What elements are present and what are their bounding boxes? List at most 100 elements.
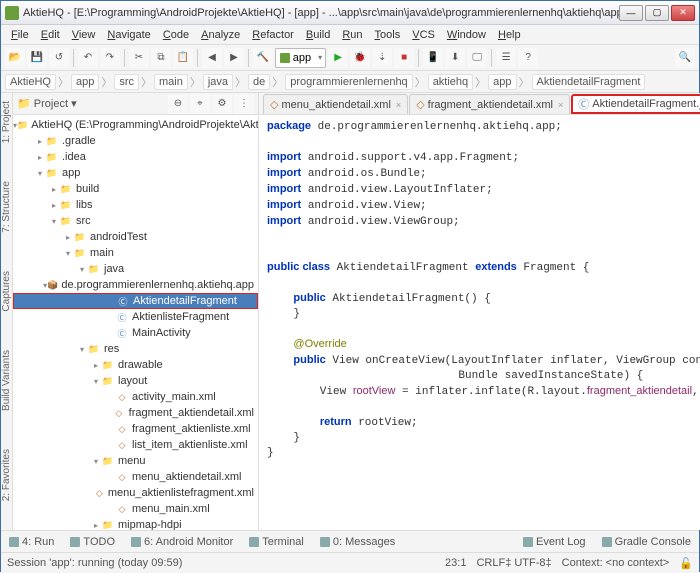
sdk-icon[interactable]: ⬇ [445,48,465,68]
crumb-6[interactable]: programmierenlernenhq [285,74,412,90]
tree-node[interactable]: ⒸAktiendetailFragment [13,293,258,309]
tree-node[interactable]: ▸📁drawable [13,357,258,373]
lock-icon[interactable]: 🔓 [679,557,693,570]
tree-node[interactable]: ▾📁src [13,213,258,229]
tree-node[interactable]: ▾📁java [13,261,258,277]
tree-node[interactable]: ⒸAktienlisteFragment [13,309,258,325]
menu-analyze[interactable]: Analyze [195,27,246,43]
bottom-tab[interactable]: Event Log [519,535,590,549]
forward-icon[interactable]: ▶ [224,48,244,68]
copy-icon[interactable]: ⧉ [151,48,171,68]
sidetab-captures[interactable]: Captures [1,267,12,316]
back-icon[interactable]: ◀ [202,48,222,68]
crumb-1[interactable]: app [71,74,99,90]
save-icon[interactable]: 💾 [27,48,47,68]
close-tab-icon[interactable]: × [558,100,563,110]
project-view-combo[interactable]: 📁 Project ▾ [17,97,77,110]
monitor-icon[interactable]: 🖵 [467,48,487,68]
menu-view[interactable]: View [66,27,102,43]
tree-node[interactable]: ▾📁AktieHQ (E:\Programming\AndroidProjekt… [13,117,258,133]
tree-node[interactable]: ◇menu_main.xml [13,501,258,517]
sidetab-1--project[interactable]: 1: Project [1,97,12,147]
menu-tools[interactable]: Tools [369,27,407,43]
bottom-tab[interactable]: 0: Messages [316,535,399,549]
bottom-tab[interactable]: Terminal [245,535,308,549]
tree-node[interactable]: ▾📦de.programmierenlernenhq.aktiehq.app [13,277,258,293]
editor-tab[interactable]: ⒸAktiendetailFragment.java× [571,94,700,114]
menu-edit[interactable]: Edit [35,27,66,43]
hide-icon[interactable]: ⋮ [234,94,254,114]
tree-node[interactable]: ◇list_item_aktienliste.xml [13,437,258,453]
menu-code[interactable]: Code [157,27,195,43]
tree-node[interactable]: ◇fragment_aktiendetail.xml [13,405,258,421]
gear-icon[interactable]: ⚙ [212,94,232,114]
search-icon[interactable]: 🔍 [675,48,695,68]
structure-icon[interactable]: ☰ [496,48,516,68]
tree-node[interactable]: ◇menu_aktiendetail.xml [13,469,258,485]
tree-node[interactable]: ▸📁libs [13,197,258,213]
sync-icon[interactable]: ↺ [49,48,69,68]
crumb-8[interactable]: app [488,74,516,90]
tree-node[interactable]: ▾📁menu [13,453,258,469]
tree-node[interactable]: ▸📁build [13,181,258,197]
debug-icon[interactable]: 🐞 [350,48,370,68]
sidetab-2--favorites[interactable]: 2: Favorites [1,445,12,505]
tree-node[interactable]: ▾📁layout [13,373,258,389]
bottom-tab[interactable]: TODO [66,535,119,549]
redo-icon[interactable]: ↷ [100,48,120,68]
bottom-tab[interactable]: Gradle Console [598,535,695,549]
tree-node[interactable]: ◇menu_aktienlistefragment.xml [13,485,258,501]
menu-run[interactable]: Run [336,27,368,43]
close-tab-icon[interactable]: × [396,100,401,110]
menu-build[interactable]: Build [300,27,336,43]
target-icon[interactable]: ⌖ [190,94,210,114]
editor-tabs: ◇menu_aktiendetail.xml×◇fragment_aktiend… [259,93,700,115]
menu-navigate[interactable]: Navigate [101,27,156,43]
minimize-button[interactable]: — [619,5,643,21]
menu-file[interactable]: File [5,27,35,43]
crumb-7[interactable]: aktiehq [428,74,473,90]
sidetab-build-variants[interactable]: Build Variants [1,346,12,415]
tree-node[interactable]: ◇activity_main.xml [13,389,258,405]
maximize-button[interactable]: ▢ [645,5,669,21]
tree-node[interactable]: ▸📁.gradle [13,133,258,149]
sidetab-7--structure[interactable]: 7: Structure [1,177,12,237]
tree-node[interactable]: ▸📁mipmap-hdpi [13,517,258,530]
editor-tab[interactable]: ◇fragment_aktiendetail.xml× [409,94,570,114]
code-editor[interactable]: package de.programmierenlernenhq.aktiehq… [259,115,700,530]
menu-help[interactable]: Help [492,27,527,43]
tree-node[interactable]: ▾📁app [13,165,258,181]
crumb-9[interactable]: AktiendetailFragment [532,74,646,90]
menu-refactor[interactable]: Refactor [246,27,300,43]
editor-tab[interactable]: ◇menu_aktiendetail.xml× [263,94,408,114]
avd-icon[interactable]: 📱 [423,48,443,68]
paste-icon[interactable]: 📋 [173,48,193,68]
crumb-4[interactable]: java [203,74,233,90]
build-icon[interactable]: 🔨 [253,48,273,68]
undo-icon[interactable]: ↶ [78,48,98,68]
run-icon[interactable]: ▶ [328,48,348,68]
bottom-tab[interactable]: 4: Run [5,535,58,549]
tree-node[interactable]: ▾📁res [13,341,258,357]
project-tree[interactable]: ▾📁AktieHQ (E:\Programming\AndroidProjekt… [13,115,258,530]
open-icon[interactable]: 📂 [5,48,25,68]
run-config-combo[interactable]: app [275,48,326,68]
attach-icon[interactable]: ⇣ [372,48,392,68]
tree-node[interactable]: ◇fragment_aktienliste.xml [13,421,258,437]
stop-icon[interactable]: ■ [394,48,414,68]
close-button[interactable]: ✕ [671,5,695,21]
collapse-icon[interactable]: ⊖ [168,94,188,114]
tree-node[interactable]: ▸📁.idea [13,149,258,165]
crumb-2[interactable]: src [114,74,139,90]
crumb-5[interactable]: de [248,74,270,90]
cut-icon[interactable]: ✂ [129,48,149,68]
crumb-3[interactable]: main [154,74,188,90]
help-icon[interactable]: ? [518,48,538,68]
bottom-tab[interactable]: 6: Android Monitor [127,535,237,549]
tree-node[interactable]: ▸📁androidTest [13,229,258,245]
menu-vcs[interactable]: VCS [406,27,441,43]
crumb-0[interactable]: AktieHQ [5,74,56,90]
tree-node[interactable]: ⒸMainActivity [13,325,258,341]
menu-window[interactable]: Window [441,27,492,43]
tree-node[interactable]: ▾📁main [13,245,258,261]
